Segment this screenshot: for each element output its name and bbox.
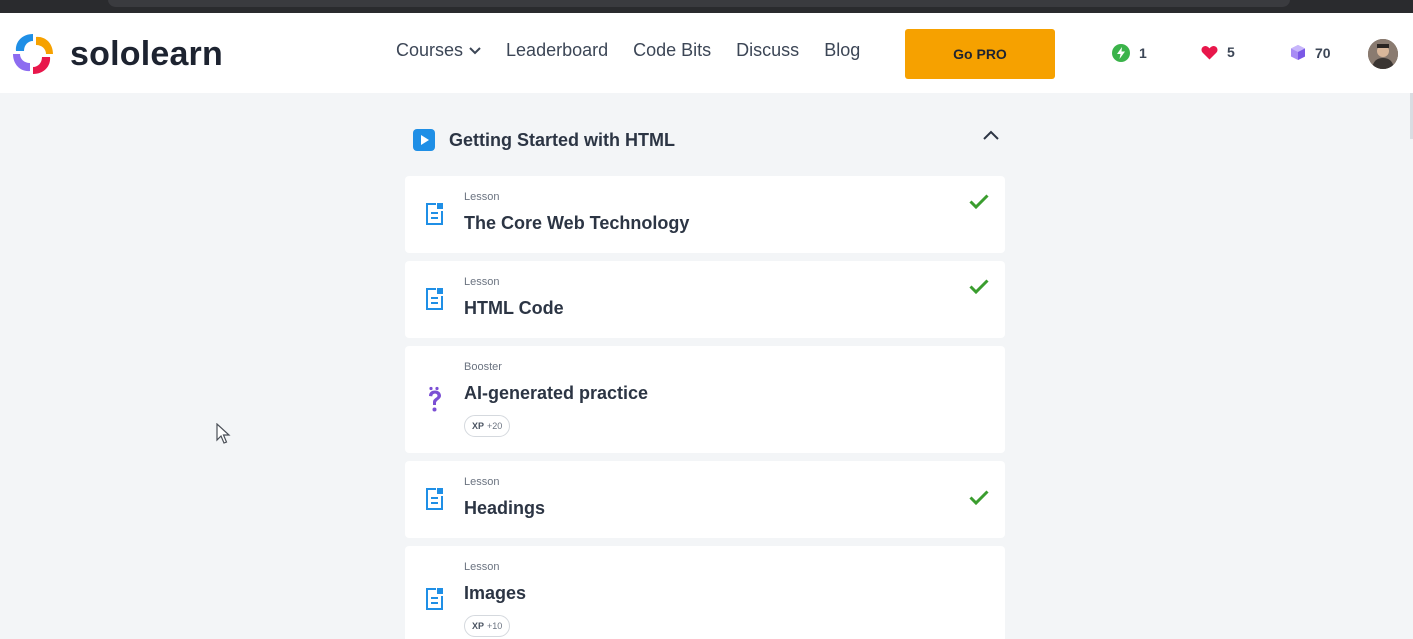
main-nav: Courses Leaderboard Code Bits Discuss Bl…	[396, 40, 885, 61]
check-icon	[969, 194, 989, 209]
address-bar[interactable]	[108, 0, 1290, 7]
brand-logo[interactable]: sololearn	[10, 31, 223, 77]
mouse-pointer-icon	[216, 423, 231, 444]
item-title: The Core Web Technology	[464, 213, 690, 233]
lesson-icon	[426, 203, 443, 225]
lesson-icon	[426, 288, 443, 310]
lesson-icon	[426, 488, 443, 510]
nav-courses[interactable]: Courses	[396, 40, 481, 61]
item-kind: Lesson	[464, 476, 500, 488]
xp-label: XP	[472, 421, 485, 431]
lesson-card[interactable]: Lesson Headings	[405, 461, 1005, 538]
top-navbar: sololearn Courses Leaderboard Code Bits …	[0, 13, 1413, 93]
item-title: Headings	[464, 498, 546, 518]
item-kind: Lesson	[464, 276, 500, 288]
nav-blog-label: Blog	[824, 40, 861, 60]
xp-label: XP	[472, 621, 485, 631]
gem-icon	[1291, 45, 1305, 60]
item-title: AI-generated practice	[464, 383, 649, 403]
chevron-down-icon	[469, 46, 481, 54]
item-title: Images	[464, 583, 527, 603]
nav-code-bits[interactable]: Code Bits	[633, 40, 711, 61]
lesson-icon	[426, 588, 443, 610]
gems-counter[interactable]: 70	[1290, 44, 1331, 61]
heart-icon	[1201, 45, 1218, 59]
sololearn-logo-icon	[13, 34, 53, 74]
lesson-card[interactable]: Lesson HTML Code	[405, 261, 1005, 338]
streak-value: 1	[1139, 45, 1147, 61]
item-title: HTML Code	[464, 298, 564, 318]
nav-discuss-label: Discuss	[736, 40, 800, 60]
hearts-counter[interactable]: 5	[1201, 44, 1235, 60]
nav-blog[interactable]: Blog	[824, 40, 860, 61]
play-icon	[413, 129, 435, 151]
brand-name: sololearn	[70, 34, 223, 73]
lesson-card[interactable]: Lesson The Core Web Technology	[405, 176, 1005, 253]
go-pro-button[interactable]: Go PRO	[905, 29, 1055, 79]
nav-leaderboard[interactable]: Leaderboard	[506, 40, 608, 61]
booster-card[interactable]: Booster AI-generated practice XP +20	[405, 346, 1005, 453]
item-kind: Booster	[464, 361, 502, 373]
streak-counter[interactable]: 1	[1112, 44, 1147, 62]
item-kind: Lesson	[464, 191, 500, 203]
nav-discuss[interactable]: Discuss	[736, 40, 799, 61]
gems-value: 70	[1315, 44, 1331, 61]
module-header[interactable]: Getting Started with HTML	[405, 118, 1005, 162]
xp-badge: XP +20	[464, 415, 511, 437]
module-title: Getting Started with HTML	[449, 129, 675, 150]
nav-code-bits-label: Code Bits	[633, 40, 712, 60]
nav-leaderboard-label: Leaderboard	[506, 40, 609, 60]
lightning-icon	[1112, 44, 1130, 62]
nav-courses-label: Courses	[396, 40, 464, 60]
lesson-card[interactable]: Lesson Images XP +10	[405, 546, 1005, 639]
xp-value: +20	[487, 421, 503, 431]
check-icon	[969, 490, 989, 505]
user-avatar-icon	[1368, 39, 1398, 69]
xp-badge: XP +10	[464, 615, 511, 637]
xp-value: +10	[487, 621, 503, 631]
hearts-value: 5	[1227, 44, 1235, 60]
question-mark-icon	[429, 386, 441, 412]
user-avatar[interactable]	[1368, 39, 1398, 69]
item-kind: Lesson	[464, 561, 500, 573]
chevron-up-icon[interactable]	[983, 130, 999, 140]
check-icon	[969, 279, 989, 294]
browser-top-bar	[0, 0, 1413, 13]
